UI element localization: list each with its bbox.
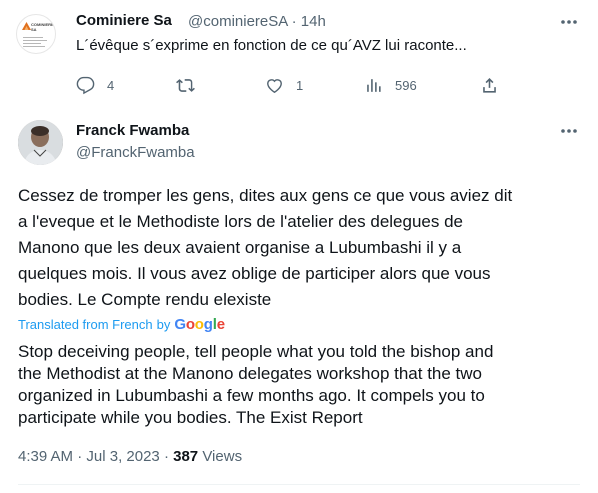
more-options-icon[interactable] [558,121,580,141]
tweet-text-line: Cessez de tromper les gens, dites aux ge… [18,186,513,205]
divider [18,484,580,485]
logo-text-line [23,37,43,38]
tweet-meta: 4:39 AM · Jul 3, 2023 · 387 Views [18,448,242,465]
views-count: 596 [395,77,417,93]
retweet-button[interactable] [176,74,207,96]
author-avatar[interactable] [18,120,63,165]
meta-separator: · [163,448,169,465]
parent-tweet-text: L´évêque s´exprime en fonction de ce qu´… [76,37,467,54]
analytics-icon [367,78,381,92]
author-name[interactable]: Franck Fwamba [76,122,189,139]
google-letter: o [185,316,195,333]
parent-handle[interactable]: @cominiereSA [188,13,287,30]
share-icon [483,77,496,93]
translation-attribution[interactable]: Translated from French by Google [18,316,225,333]
reply-count: 4 [107,77,115,93]
google-letter: G [174,316,186,333]
translation-text-line: organized in Lubumbashi a few months ago… [18,386,485,405]
cominiere-logo-icon [22,22,31,30]
translated-by: by [156,317,171,332]
views-button[interactable]: 596 [364,74,417,96]
reply-button[interactable]: 4 [76,74,114,96]
meta-separator: · [77,448,83,465]
parent-meta: @cominiereSA · 14h [188,13,326,30]
translation-text-line: the Methodist at the Manono delegates wo… [18,364,483,383]
tweet-date[interactable]: Jul 3, 2023 [86,448,159,465]
profile-photo-icon [18,120,63,165]
views-total: 387 [173,448,199,465]
tweet-text-line: quelques mois. Il vous avez oblige de pa… [18,264,491,283]
logo-text-line [23,40,47,41]
translated-label: Translated from French [18,317,153,332]
like-button[interactable]: 1 [265,74,303,96]
logo-text-line [23,46,45,47]
google-letter: g [203,316,213,333]
tweet-time[interactable]: 4:39 AM [18,448,73,465]
parent-author-name[interactable]: Cominiere Sa [76,12,172,29]
avatar-logo-text: COMINIERE SA [31,22,54,32]
tweet-text-line: Manono que les deux avaient organise a L… [18,238,462,257]
google-letter: e [216,316,225,333]
translation-text-line: participate while you bodies. The Exist … [18,408,363,427]
tweet-text-line: bodies. Le Compte rendu elexiste [18,290,272,309]
like-count: 1 [296,77,304,93]
tweet-text-line: a l'eveque et le Methodiste lors de l'at… [18,212,463,231]
share-button[interactable] [480,74,499,96]
retweet-icon [176,78,195,92]
meta-separator: · [291,13,297,30]
reply-icon [76,76,95,94]
parent-avatar[interactable]: COMINIERE SA [16,14,56,54]
logo-text-line [23,43,41,44]
google-logo: Google [174,316,225,333]
translation-text-line: Stop deceiving people, tell people what … [18,342,494,361]
parent-time[interactable]: 14h [301,13,326,30]
views-label: Views [202,448,243,465]
google-letter: o [194,316,204,333]
heart-icon [267,78,282,93]
more-options-icon[interactable] [558,12,580,32]
author-handle[interactable]: @FranckFwamba [76,144,195,161]
